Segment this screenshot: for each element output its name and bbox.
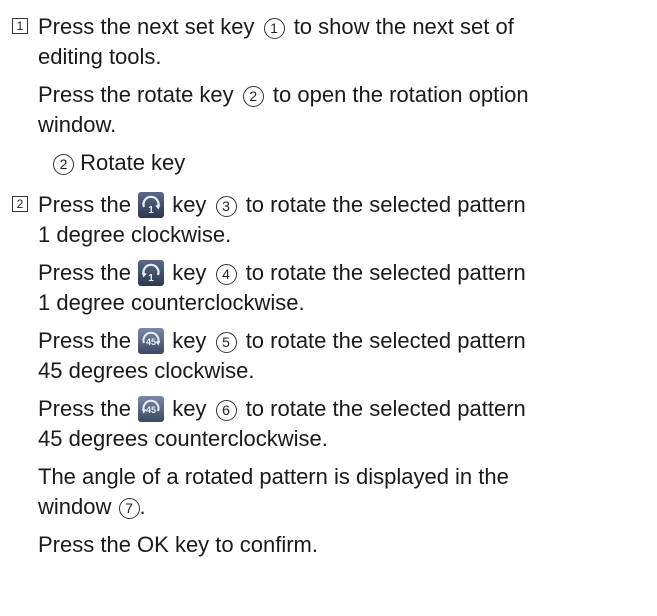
instruction-text: key: [172, 192, 207, 217]
instruction-paragraph: Press the OK key to confirm.: [38, 530, 647, 560]
instruction-paragraph: The angle of a rotated pattern is displa…: [38, 462, 647, 522]
callout-marker: 2: [242, 86, 264, 107]
instruction-text: Press the: [38, 396, 131, 421]
instruction-text: Press the: [38, 260, 131, 285]
rotate-45-counterclockwise-icon: 45: [138, 396, 165, 422]
instruction-text: Press the: [38, 328, 131, 353]
manual-page: 1 Press the next set key 1 to show the n…: [0, 0, 657, 616]
instruction-text: to rotate the selected pattern: [245, 328, 526, 353]
step-body: Press the next set key 1 to show the nex…: [38, 12, 647, 178]
instruction-text: window.: [38, 112, 117, 137]
instruction-text: to show the next set of: [293, 14, 514, 39]
instruction-text: key: [172, 260, 207, 285]
instruction-text: 1 degree counterclockwise.: [38, 290, 305, 315]
callout-marker: 5: [215, 332, 237, 353]
instruction-text: Press the next set key: [38, 14, 255, 39]
step-number: 2: [12, 196, 28, 212]
instruction-paragraph: Press the 45: [38, 326, 647, 386]
step-1: 1 Press the next set key 1 to show the n…: [12, 12, 647, 178]
icon-glyph-label: 45: [146, 405, 156, 415]
callout-marker: 3: [215, 196, 237, 217]
instruction-paragraph: Press the 45: [38, 394, 647, 454]
icon-glyph-label: 1: [148, 273, 154, 284]
callout-marker: 2: [53, 154, 74, 175]
rotate-1-clockwise-icon: 1: [138, 192, 165, 218]
callout-label: Rotate key: [80, 150, 186, 175]
callout-marker: 4: [215, 264, 237, 285]
icon-glyph-label: 1: [148, 205, 154, 216]
icon-glyph-label: 45: [146, 337, 156, 347]
instruction-text: The angle of a rotated pattern is displa…: [38, 464, 509, 489]
instruction-text: 1 degree clockwise.: [38, 222, 232, 247]
callout-marker: 7: [118, 498, 140, 519]
step-body: Press the 1 key 3 to rotate the selected…: [38, 190, 647, 560]
instruction-paragraph: Press the next set key 1 to show the nex…: [38, 12, 647, 72]
instruction-paragraph: Press the 1: [38, 190, 647, 250]
rotate-1-counterclockwise-icon: 1: [138, 260, 165, 286]
instruction-text: key: [172, 396, 207, 421]
instruction-text: to open the rotation option: [272, 82, 529, 107]
instruction-text: Press the OK key to confirm.: [38, 532, 318, 557]
instruction-text: to rotate the selected pattern: [245, 396, 526, 421]
rotate-45-clockwise-icon: 45: [138, 328, 165, 354]
instruction-text: key: [172, 328, 207, 353]
instruction-text: to rotate the selected pattern: [245, 192, 526, 217]
instruction-text: Press the rotate key: [38, 82, 234, 107]
instruction-paragraph: Press the rotate key 2 to open the rotat…: [38, 80, 647, 140]
instruction-text: Press the: [38, 192, 131, 217]
callout-marker: 6: [215, 400, 237, 421]
instruction-text: .: [139, 494, 146, 519]
step-2: 2 Press the 1 key 3 to rotate the select…: [12, 190, 647, 560]
step-number: 1: [12, 18, 28, 34]
callout-marker: 1: [263, 18, 285, 39]
instruction-text: window: [38, 494, 112, 519]
instruction-text: 45 degrees clockwise.: [38, 358, 255, 383]
callout-legend-item: 2 Rotate key: [52, 148, 647, 178]
instruction-text: to rotate the selected pattern: [245, 260, 526, 285]
instruction-paragraph: Press the 1: [38, 258, 647, 318]
instruction-text: editing tools.: [38, 44, 162, 69]
instruction-text: 45 degrees counterclockwise.: [38, 426, 328, 451]
